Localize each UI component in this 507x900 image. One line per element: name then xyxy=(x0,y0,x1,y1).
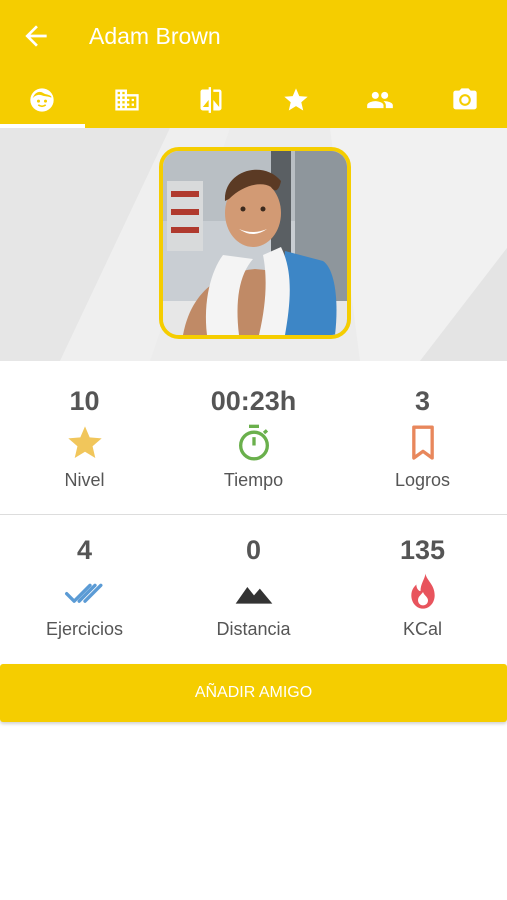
tab-favorites[interactable] xyxy=(254,72,339,128)
stat-distance: 0 Distancia xyxy=(169,533,338,641)
stat-value: 10 xyxy=(69,386,100,416)
stat-time: 00:23h Tiempo xyxy=(169,384,338,492)
profile-photo xyxy=(163,151,347,335)
face-icon xyxy=(30,88,54,112)
stat-achievements: 3 Logros xyxy=(338,384,507,492)
stat-label: Ejercicios xyxy=(45,619,124,639)
stat-value: 135 xyxy=(399,535,446,565)
tab-friends[interactable] xyxy=(338,72,423,128)
stat-exercises: 4 Ejercicios xyxy=(0,533,169,641)
stopwatch-icon xyxy=(238,424,269,461)
star-icon xyxy=(67,426,102,458)
tab-profile[interactable] xyxy=(0,72,85,128)
flame-icon xyxy=(410,573,435,609)
stats-row-2: 4 Ejercicios 0 Distancia 135 KCal xyxy=(0,533,507,641)
divider xyxy=(0,514,507,515)
stat-level: 10 Nivel xyxy=(0,384,169,492)
star-icon xyxy=(284,88,308,111)
stat-label: Nivel xyxy=(64,470,105,490)
stat-label: Logros xyxy=(394,470,451,490)
people-icon xyxy=(367,91,394,109)
camera-icon xyxy=(453,88,477,110)
avatar[interactable] xyxy=(159,147,351,339)
page-title: Adam Brown xyxy=(89,23,221,49)
add-friend-button[interactable]: AÑADIR AMIGO xyxy=(0,664,507,722)
stat-label: KCal xyxy=(402,619,442,639)
stat-value: 4 xyxy=(76,535,93,565)
app-bar: Adam Brown xyxy=(0,0,507,128)
stat-value: 00:23h xyxy=(210,386,297,416)
compare-icon xyxy=(200,87,222,113)
tab-bar xyxy=(0,72,507,128)
stat-label: Distancia xyxy=(216,619,291,639)
bookmark-icon xyxy=(411,425,434,460)
back-arrow-icon[interactable] xyxy=(20,20,52,52)
stat-value: 0 xyxy=(245,535,262,565)
building-icon xyxy=(115,89,139,111)
mountain-icon xyxy=(235,587,272,604)
tab-gym[interactable] xyxy=(85,72,170,128)
stat-value: 3 xyxy=(414,386,431,416)
double-check-icon xyxy=(64,583,102,603)
tab-photos[interactable] xyxy=(423,72,507,128)
tab-compare[interactable] xyxy=(169,72,254,128)
stat-kcal: 135 KCal xyxy=(338,533,507,641)
stat-label: Tiempo xyxy=(223,470,284,490)
stats-row-1: 10 Nivel 00:23h Tiempo 3 Logros xyxy=(0,384,507,492)
